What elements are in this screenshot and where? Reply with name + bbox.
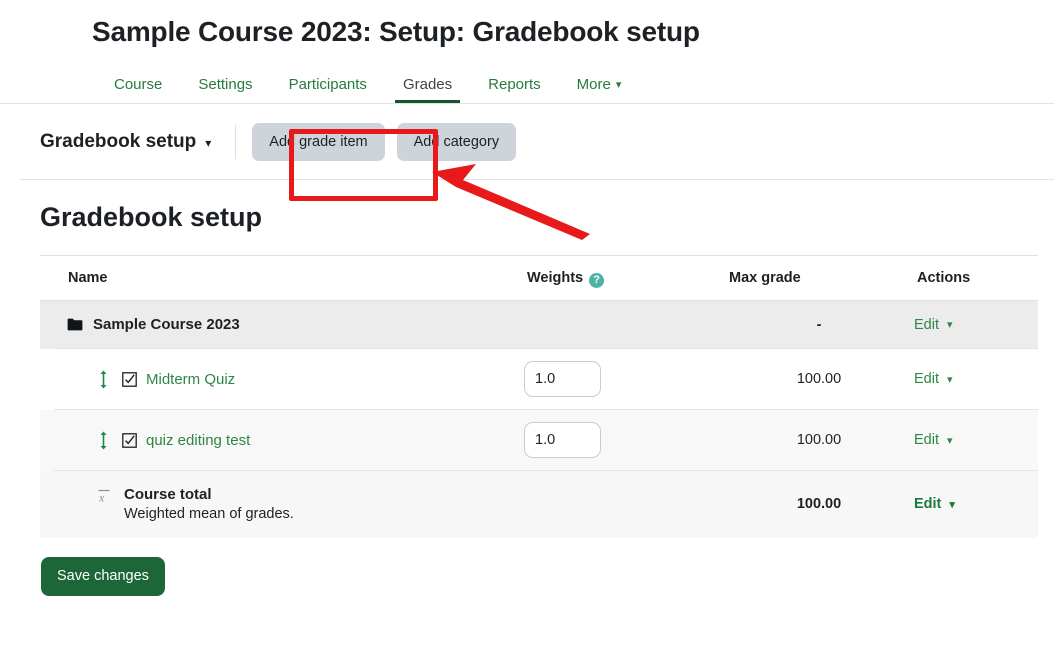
item-max-grade: 100.00 [724,409,914,471]
primary-nav: Course Settings Participants Grades Repo… [0,65,1054,103]
item-name-cell: Midterm Quiz [54,348,524,410]
tab-reports-label: Reports [488,76,541,93]
quiz-icon [122,371,137,387]
item-actions-cell: Edit ▾ [914,348,1038,410]
gutter-header [40,255,54,301]
row-gutter [40,300,54,349]
chevron-down-icon: ▾ [949,498,955,511]
action-bar-divider [235,124,237,159]
edit-menu-item[interactable]: Edit ▾ [914,432,953,448]
table-header-row: Name Weights ? Max grade Actions [40,255,1038,301]
tab-participants[interactable]: Participants [271,77,385,103]
page-header: Sample Course 2023: Setup: Gradebook set… [0,0,1054,104]
row-gutter [40,348,54,410]
chevron-down-icon: ▾ [947,434,953,447]
weight-input[interactable] [524,422,601,458]
save-changes-button[interactable]: Save changes [41,556,165,596]
tab-grades[interactable]: Grades [385,77,470,103]
page-title: Sample Course 2023: Setup: Gradebook set… [92,16,700,47]
category-max-grade: - [724,300,914,349]
item-actions-cell: Edit ▾ [914,409,1038,471]
category-actions-cell: Edit ▾ [914,300,1038,349]
quiz-icon [122,432,137,448]
course-total-actions-cell: Edit ▾ [914,470,1038,538]
course-total-max-grade: 100.00 [724,470,914,538]
item-name-cell: quiz editing test [54,409,524,471]
tab-more[interactable]: More ▾ [559,77,640,103]
course-total-description: Weighted mean of grades. [124,506,294,523]
report-selector[interactable]: Gradebook setup ▾ [40,131,211,153]
edit-label: Edit [914,371,939,387]
tab-more-label: More [576,76,611,93]
report-selector-label: Gradebook setup [40,130,197,152]
item-weight-cell [524,348,724,410]
tab-settings[interactable]: Settings [180,77,270,103]
move-vertical-icon[interactable] [98,370,109,389]
footer-actions: Save changes [40,538,1054,596]
category-name-label: Sample Course 2023 [93,316,240,333]
tab-settings-label: Settings [198,76,253,93]
category-name-cell: Sample Course 2023 [54,300,524,349]
gradebook-setup-table: Name Weights ? Max grade Actions Sample … [40,255,1038,538]
row-gutter [40,470,54,538]
add-category-button[interactable]: Add category [396,122,517,161]
course-total-name-cell: x Course total Weighted mean of grades. [54,470,524,538]
edit-label: Edit [914,432,939,448]
tab-participants-label: Participants [288,76,367,93]
column-header-name: Name [54,255,524,301]
item-name-link[interactable]: quiz editing test [146,432,250,449]
add-grade-item-button[interactable]: Add grade item [252,122,385,161]
edit-label: Edit [914,496,942,513]
chevron-down-icon: ▾ [947,373,953,386]
item-weight-cell [524,409,724,471]
table-row-item: Midterm Quiz 100.00 Edit ▾ [40,348,1038,410]
chevron-down-icon: ▾ [615,79,622,91]
column-header-max-grade: Max grade [724,255,914,301]
course-total-label: Course total [124,486,212,504]
category-weight-cell [524,300,724,349]
column-header-actions: Actions [914,255,1038,301]
tab-course[interactable]: Course [96,77,180,103]
weight-input[interactable] [524,361,601,397]
item-max-grade: 100.00 [724,348,914,410]
edit-menu-category[interactable]: Edit ▾ [914,317,953,333]
tab-grades-label: Grades [402,76,453,93]
table-row-category: Sample Course 2023 - Edit ▾ [40,300,1038,349]
edit-label: Edit [914,316,939,333]
chevron-down-icon: ▾ [947,319,953,331]
tab-course-label: Course [114,76,163,93]
gradebook-setup-heading: Gradebook setup [40,202,263,232]
action-bar: Gradebook setup ▾ Add grade item Add cat… [0,104,1054,179]
table-row-course-total: x Course total Weighted mean of grades. … [40,470,1038,538]
tab-reports[interactable]: Reports [470,77,559,103]
mean-xbar-icon: x [96,487,113,504]
svg-text:x: x [98,491,105,505]
main-content: Gradebook setup Name Weights ? Max grade… [0,180,1054,596]
course-total-weight-cell [524,470,724,538]
move-vertical-icon[interactable] [98,431,109,450]
help-icon[interactable]: ? [589,272,605,288]
table-header: Name Weights ? Max grade Actions [40,255,1038,301]
edit-menu-course-total[interactable]: Edit ▾ [914,496,955,512]
edit-menu-item[interactable]: Edit ▾ [914,371,953,387]
row-gutter [40,409,54,471]
folder-icon [67,318,83,331]
chevron-down-icon: ▾ [205,135,212,150]
page-root: Sample Course 2023: Setup: Gradebook set… [0,0,1054,650]
column-header-weights: Weights ? [524,255,724,301]
table-row-item: quiz editing test 100.00 Edit ▾ [40,409,1038,471]
item-name-link[interactable]: Midterm Quiz [146,371,235,388]
table-body: Sample Course 2023 - Edit ▾ Midterm Quiz… [40,300,1038,538]
column-header-weights-label: Weights [527,270,584,286]
